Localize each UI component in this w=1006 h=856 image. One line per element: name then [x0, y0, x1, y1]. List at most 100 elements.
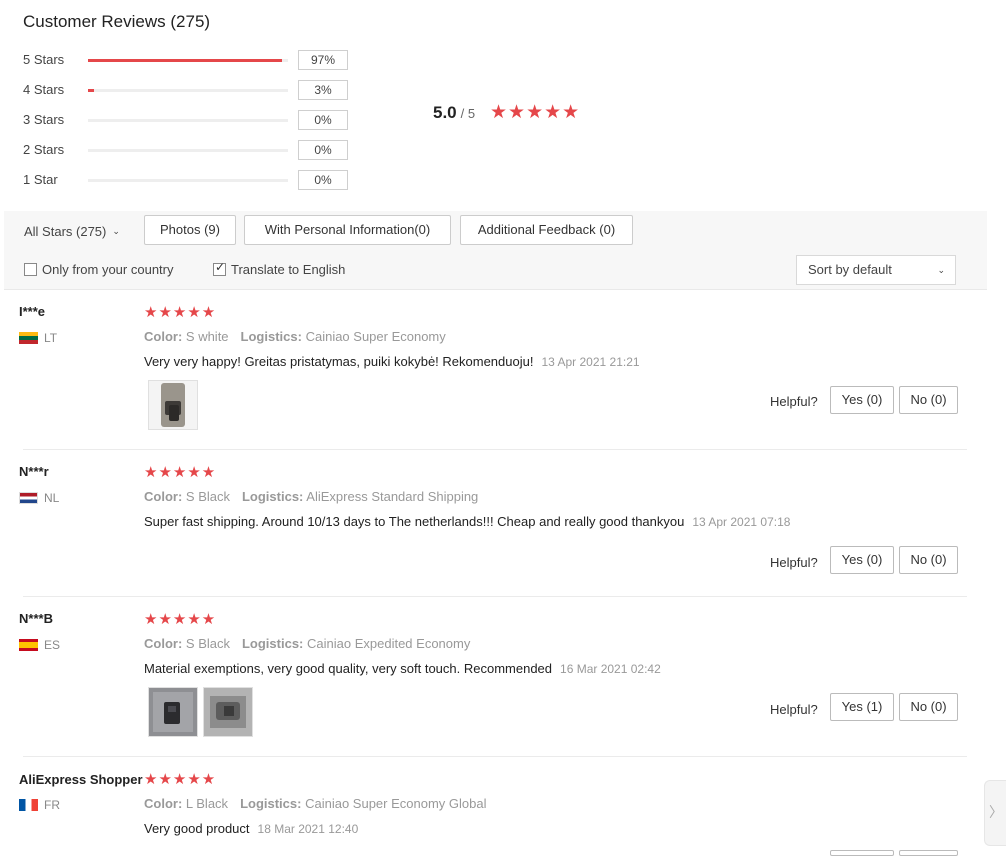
logistics-label: Logistics:: [241, 636, 304, 651]
rating-bar-track: [88, 179, 288, 182]
average-score-value: 5.0: [433, 103, 457, 122]
review-body: Material exemptions, very good quality, …: [144, 661, 553, 676]
rating-label: 2 Stars: [23, 142, 65, 157]
flag-nl-icon: [19, 492, 38, 504]
translate-checkbox[interactable]: ✓ Translate to English: [213, 260, 346, 277]
chevron-right-icon: 〉: [989, 804, 1003, 820]
checkbox-box-checked[interactable]: ✓: [213, 260, 226, 276]
review-date: 13 Apr 2021 21:21: [541, 355, 640, 369]
additional-feedback-filter-button[interactable]: Additional Feedback (0): [460, 215, 633, 245]
review-date: 16 Mar 2021 02:42: [560, 662, 661, 676]
rating-percent: 0%: [298, 170, 348, 190]
country-code: NL: [44, 491, 60, 505]
logistics-value: Cainiao Super Economy: [305, 329, 446, 344]
review-date: 18 Mar 2021 12:40: [257, 822, 359, 836]
rating-label: 5 Stars: [23, 52, 65, 67]
review-photo-thumbnail[interactable]: [148, 687, 198, 737]
helpful-no-button-partial[interactable]: [899, 850, 958, 856]
rating-label: 4 Stars: [23, 82, 65, 97]
review-meta: Color: S Black Logistics: AliExpress Stan…: [144, 489, 478, 504]
translate-label: Translate to English: [231, 262, 346, 277]
review-body: Very good product: [144, 821, 250, 836]
helpful-yes-button-partial[interactable]: [830, 850, 894, 856]
review-country: FR: [19, 798, 60, 812]
rating-percent: 0%: [298, 110, 348, 130]
rating-percent: 3%: [298, 80, 348, 100]
review-date: 13 Apr 2021 07:18: [692, 515, 791, 529]
review-photo-thumbnail[interactable]: [148, 380, 198, 430]
review-text: Very very happy! Greitas pristatymas, pu…: [144, 354, 640, 369]
reviews-title: Customer Reviews (275): [23, 12, 211, 31]
rating-label: 1 Star: [23, 172, 58, 187]
review-meta: Color: S white Logistics: Cainiao Super E…: [144, 329, 446, 344]
review-country: NL: [19, 491, 59, 505]
only-country-checkbox[interactable]: Only from your country: [24, 262, 174, 277]
review-text: Material exemptions, very good quality, …: [144, 661, 661, 676]
review-stars: ★★★★★: [144, 771, 217, 788]
sort-select[interactable]: Sort by default ⌄: [796, 255, 956, 285]
photo-thumbnail-image: [149, 381, 197, 429]
flag-lt-icon: [19, 332, 38, 344]
color-label: Color:: [144, 329, 183, 344]
logistics-value: Cainiao Super Economy Global: [305, 796, 487, 811]
star-filter-label: All Stars (275): [24, 224, 107, 239]
helpful-yes-button[interactable]: Yes (1): [830, 693, 894, 721]
review-user: N***r: [19, 464, 49, 479]
chevron-down-icon: ⌄: [937, 265, 945, 275]
helpful-label: Helpful?: [770, 702, 818, 717]
rating-percent: 0%: [298, 140, 348, 160]
review-text: Super fast shipping. Around 10/13 days t…: [144, 514, 790, 529]
review-photo-thumbnail[interactable]: [203, 687, 253, 737]
logistics-value: AliExpress Standard Shipping: [306, 489, 479, 504]
review-meta: Color: S Black Logistics: Cainiao Expedit…: [144, 636, 470, 651]
average-score-scale: / 5: [460, 106, 476, 121]
chevron-down-icon: ⌄: [112, 226, 120, 236]
side-panel-toggle[interactable]: 〉: [984, 780, 1006, 846]
average-score: 5.0/ 5: [433, 103, 475, 123]
review-divider: [23, 596, 967, 597]
country-code: FR: [44, 798, 60, 812]
country-code: LT: [44, 331, 58, 345]
filter-bar: All Stars (275) ⌄ Photos (9) With Persona…: [4, 211, 987, 290]
rating-bar-track: [88, 89, 288, 92]
review-divider: [23, 756, 967, 757]
review-stars: ★★★★★: [144, 464, 217, 481]
review-divider: [23, 449, 967, 450]
personal-info-filter-button[interactable]: With Personal Information(0): [244, 215, 451, 245]
color-label: Color:: [144, 636, 183, 651]
color-value: S Black: [185, 489, 230, 504]
review-text: Very good product 18 Mar 2021 12:40: [144, 821, 358, 836]
logistics-label: Logistics:: [240, 329, 302, 344]
country-code: ES: [44, 638, 61, 652]
helpful-label: Helpful?: [770, 555, 818, 570]
color-label: Color:: [144, 796, 183, 811]
helpful-label: Helpful?: [770, 394, 818, 409]
rating-bar-track: [88, 59, 288, 62]
rating-bar-fill: [88, 89, 94, 92]
color-value: S Black: [185, 636, 230, 651]
helpful-no-button[interactable]: No (0): [899, 693, 958, 721]
checkmark-icon: ✓: [215, 260, 226, 274]
helpful-yes-button[interactable]: Yes (0): [830, 546, 894, 574]
logistics-label: Logistics:: [240, 796, 302, 811]
flag-es-icon: [19, 639, 38, 651]
helpful-yes-button[interactable]: Yes (0): [830, 386, 894, 414]
photos-filter-button[interactable]: Photos (9): [144, 215, 236, 245]
rating-bar-track: [88, 149, 288, 152]
checkbox-box[interactable]: [24, 263, 37, 276]
photo-thumbnail-image: [204, 688, 252, 736]
color-label: Color:: [144, 489, 183, 504]
average-stars: ★★★★★: [490, 102, 581, 123]
review-country: LT: [19, 331, 57, 345]
rating-bar-track: [88, 119, 288, 122]
helpful-no-button[interactable]: No (0): [899, 386, 958, 414]
logistics-value: Cainiao Expedited Economy: [307, 636, 471, 651]
helpful-no-button[interactable]: No (0): [899, 546, 958, 574]
review-stars: ★★★★★: [144, 611, 217, 628]
rating-percent: 97%: [298, 50, 348, 70]
review-body: Super fast shipping. Around 10/13 days t…: [144, 514, 685, 529]
star-filter-dropdown[interactable]: All Stars (275) ⌄: [24, 224, 120, 239]
review-country: ES: [19, 638, 60, 652]
rating-bar-fill: [88, 59, 282, 62]
review-meta: Color: L Black Logistics: Cainiao Super E…: [144, 796, 486, 811]
